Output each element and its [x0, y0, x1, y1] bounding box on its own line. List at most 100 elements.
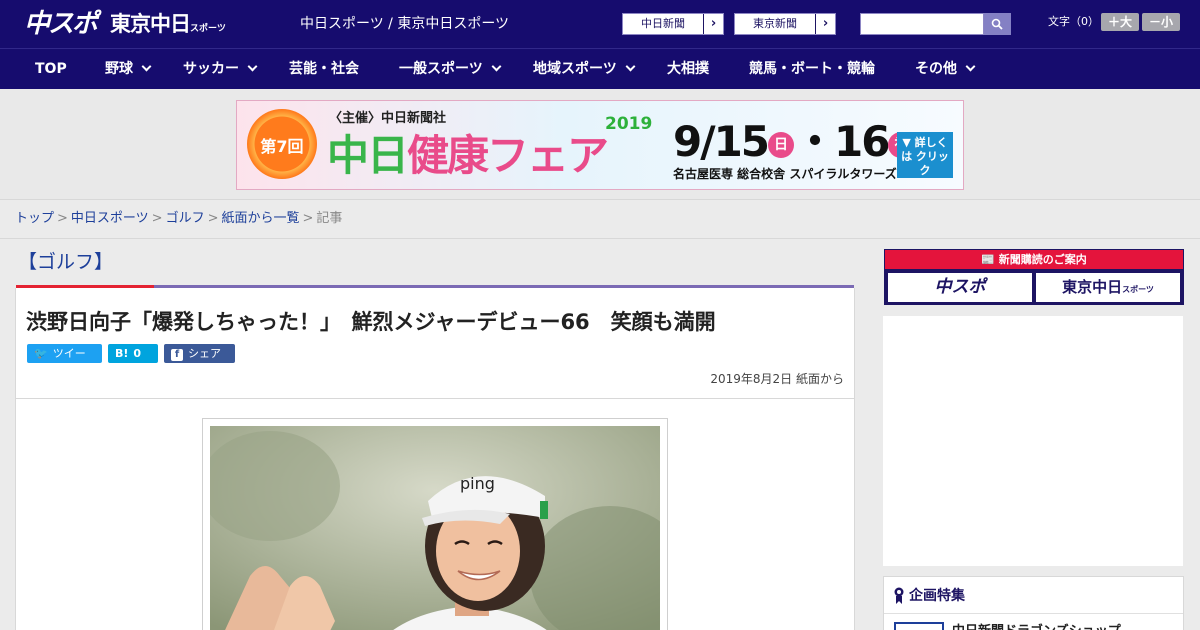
article-card: 渋野日向子「爆発しちゃった！」 鮮烈メジャーデビュー66 笑顔も満開 🐦 ツイート… [15, 288, 855, 630]
hatena-icon: B! [115, 347, 129, 360]
subscription-box: 📰 新聞購読のご案内 中スポ 東京中日スポーツ [884, 249, 1184, 305]
nav-item-general-sports[interactable]: 一般スポーツ [399, 49, 502, 89]
chevron-down-icon [491, 61, 502, 72]
dragons-shop-thumbnail[interactable] [894, 622, 944, 630]
nav-item-label: その他 [915, 61, 957, 77]
ad-cta-button[interactable]: ▼ 詳しくは クリック [897, 132, 953, 178]
facebook-count: 0 [171, 366, 178, 379]
nav-item-other[interactable]: その他 [915, 49, 976, 89]
article-headline: 渋野日向子「爆発しちゃった！」 鮮烈メジャーデビュー66 笑顔も満開 [26, 310, 716, 334]
facebook-share-label: シェア [188, 347, 221, 360]
site-title[interactable]: 中日スポーツ / 東京中日スポーツ [300, 15, 509, 33]
nav-item-racing[interactable]: 競馬・ボート・競輪 [749, 49, 875, 89]
chevron-right-icon: › [815, 14, 835, 34]
banner-area: 第7回 〈主催〉中日新聞社 2019 中日健康フェア 9/15日・16祝 名古屋… [0, 89, 1200, 200]
feature-box: 企画特集 中日新聞ドラゴンズショップ [883, 576, 1184, 630]
nav-item-local-sports[interactable]: 地域スポーツ [533, 49, 636, 89]
subscribe-chuspo-button[interactable]: 中スポ [888, 273, 1032, 302]
chevron-down-icon [141, 61, 152, 72]
breadcrumb-from-paper[interactable]: 紙面から一覧 [222, 211, 300, 226]
nav-item-entertainment[interactable]: 芸能・社会 [289, 49, 359, 89]
nav-item-label: 野球 [105, 61, 133, 77]
hatena-count: 0 [133, 347, 142, 360]
ad-event-title: 中日健康フェア [327, 131, 609, 181]
breadcrumb-current: 記事 [316, 211, 343, 226]
ad-event-part-b: 健康フェア [407, 131, 609, 180]
breadcrumb-chunichi-sports[interactable]: 中日スポーツ [71, 211, 149, 226]
ad-event-part-a: 中日 [327, 131, 409, 180]
ad-date-b: ・16 [794, 117, 890, 166]
ad-venue: 名古屋医専 総合校舎 スパイラルタワーズ [673, 167, 897, 181]
article-date: 2019年8月2日 紙面から [710, 372, 844, 386]
breadcrumb: トップ > 中日スポーツ > ゴルフ > 紙面から一覧 > 記事 [15, 211, 342, 227]
nav-item-label: 地域スポーツ [533, 61, 617, 77]
nav-item-label: サッカー [183, 61, 239, 77]
breadcrumb-divider [0, 238, 1200, 239]
feature-title: 企画特集 [894, 587, 965, 605]
search-input[interactable] [860, 13, 984, 35]
ad-day-a: 日 [768, 131, 795, 158]
nav-item-label: 芸能・社会 [289, 61, 359, 77]
chunichi-shimbun-label: 中日新聞 [641, 17, 685, 30]
subscription-header: 📰 新聞購読のご案内 [885, 250, 1183, 269]
newspaper-icon: 📰 [981, 253, 999, 266]
ad-year: 2019 [605, 114, 653, 134]
nav-item-label: TOP [35, 61, 67, 77]
subscribe-tokyo-chunichi-button[interactable]: 東京中日スポーツ [1036, 273, 1180, 302]
chevron-down-icon [625, 61, 636, 72]
article-photo-frame: ping [202, 418, 668, 630]
chevron-down-icon [965, 61, 976, 72]
breadcrumb-separator: > [207, 211, 219, 226]
ad-date: 9/15日・16祝 [673, 117, 915, 167]
facebook-icon: f [171, 349, 183, 361]
twitter-share-button[interactable]: 🐦 ツイート [27, 344, 102, 379]
ad-date-a: 9/15 [673, 117, 770, 166]
search-button[interactable] [984, 13, 1011, 35]
chevron-down-icon [247, 61, 258, 72]
breadcrumb-separator: > [302, 211, 314, 226]
chuspo-logo[interactable]: 中スポ [24, 8, 98, 40]
font-larger-button[interactable]: ＋大 [1101, 13, 1139, 31]
svg-text:ping: ping [460, 474, 495, 493]
article-photo[interactable]: ping [210, 426, 660, 630]
nav-item-label: 大相撲 [667, 61, 709, 77]
tokyo-shimbun-link[interactable]: 東京新聞 › [734, 13, 836, 35]
font-size-label: 文字（0） [1048, 15, 1099, 28]
tokyo-shimbun-label: 東京新聞 [753, 17, 797, 30]
feature-divider [884, 613, 1183, 614]
nav-item-label: 一般スポーツ [399, 61, 483, 77]
chunichi-shimbun-link[interactable]: 中日新聞 › [622, 13, 724, 35]
font-smaller-button[interactable]: －小 [1142, 13, 1180, 31]
facebook-share-button[interactable]: f シェア 0 [164, 344, 235, 379]
feature-item-dragons-shop[interactable]: 中日新聞ドラゴンズショップ [952, 620, 1121, 630]
nav-item-top[interactable]: TOP [35, 49, 67, 89]
flower-badge-icon: 第7回 [247, 109, 317, 179]
feature-title-label: 企画特集 [909, 588, 965, 604]
sidebar-ad-slot[interactable] [883, 316, 1183, 566]
nav-item-sumo[interactable]: 大相撲 [667, 49, 709, 89]
tokyo-chunichi-logo[interactable]: 東京中日スポーツ [110, 11, 226, 42]
hatena-bookmark-button[interactable]: B! 0 [108, 344, 158, 363]
subscribe-tokyo-label: 東京中日 [1062, 278, 1123, 296]
medal-icon [894, 587, 904, 605]
twitter-icon: 🐦 [34, 347, 48, 360]
tokyo-logo-text: 東京中日 [110, 12, 191, 36]
search-icon [991, 18, 1003, 30]
subscription-header-label: 新聞購読のご案内 [998, 253, 1087, 266]
breadcrumb-top[interactable]: トップ [15, 211, 54, 226]
nav-item-baseball[interactable]: 野球 [105, 49, 152, 89]
breadcrumb-separator: > [151, 211, 163, 226]
category-heading: 【ゴルフ】 [18, 251, 114, 273]
ad-organizer: 〈主催〉中日新聞社 [329, 111, 447, 126]
chevron-right-icon: › [703, 14, 723, 34]
golfer-photo-illustration: ping [210, 426, 660, 630]
breadcrumb-separator: > [57, 211, 68, 226]
nav-item-label: 競馬・ボート・競輪 [749, 61, 875, 77]
health-fair-ad-banner[interactable]: 第7回 〈主催〉中日新聞社 2019 中日健康フェア 9/15日・16祝 名古屋… [236, 100, 964, 190]
nav-item-soccer[interactable]: サッカー [183, 49, 258, 89]
tokyo-logo-suffix: スポーツ [190, 24, 226, 34]
site-header: 中スポ 東京中日スポーツ 中日スポーツ / 東京中日スポーツ 中日新聞 › 東京… [0, 0, 1200, 48]
breadcrumb-golf[interactable]: ゴルフ [166, 211, 205, 226]
main-nav: TOP 野球 サッカー 芸能・社会 一般スポーツ 地域スポーツ 大相撲 競馬・ボ… [0, 48, 1200, 89]
article-divider [16, 398, 854, 399]
